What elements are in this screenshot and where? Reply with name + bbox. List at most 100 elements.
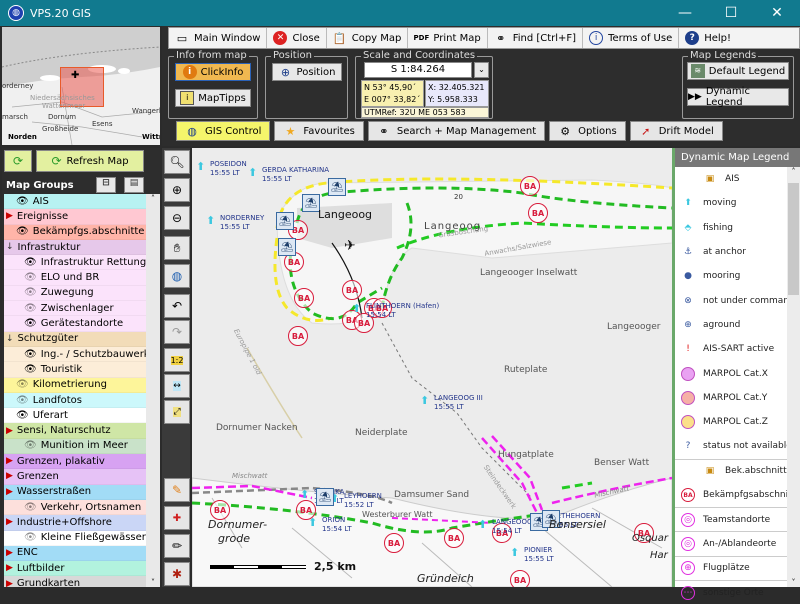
clickinfo-button[interactable]: i ClickInfo	[175, 63, 251, 81]
ship-icon[interactable]: ⬆	[206, 214, 215, 227]
eye-hidden-icon[interactable]: 👁	[24, 303, 37, 314]
map-groups-scrollbar[interactable]: ˄ ˅	[146, 194, 160, 587]
erase-tool[interactable]: ✎	[164, 478, 190, 502]
tab-favourites[interactable]: ★ Favourites	[274, 121, 364, 141]
map-group-item[interactable]: ▶ Ereignisse	[4, 209, 146, 225]
expand-arrow-icon[interactable]: ▶	[6, 456, 13, 466]
ship-icon[interactable]: ⬆	[196, 160, 205, 173]
map-group-item[interactable]: 👁 ELO und BR	[4, 270, 146, 286]
main-map[interactable]: BABABABABABABABABABABABABABABABABABA ⬆PO…	[192, 148, 672, 587]
collapse-all-icon[interactable]: ⊟	[96, 177, 116, 193]
zoom-out-tool[interactable]: ⊖	[164, 206, 190, 230]
map-group-item[interactable]: 👁 Munition im Meer	[4, 438, 146, 455]
position-button[interactable]: ⊕ Position	[272, 63, 342, 81]
dynamic-legend-button[interactable]: ▶▶ Dynamic Legend	[687, 86, 789, 108]
map-group-item[interactable]: 👁 Gerätestandorte	[4, 316, 146, 332]
print-map-button[interactable]: PDF Print Map	[408, 28, 488, 48]
measure-scale-tool[interactable]: 1:2	[164, 348, 190, 372]
map-group-item[interactable]: 👁 Ing.- / Schutzbauwerke	[4, 346, 146, 363]
expand-arrow-icon[interactable]: ▶	[6, 426, 13, 436]
scroll-down-icon[interactable]: ˅	[146, 578, 160, 587]
eye-hidden-icon[interactable]: 👁	[24, 440, 37, 451]
map-group-item[interactable]: ▶ ENC	[4, 545, 146, 562]
map-group-item[interactable]: 👁 Landfotos	[4, 392, 146, 409]
eye-hidden-icon[interactable]: 👁	[24, 502, 37, 513]
redo-view-tool[interactable]: ↷	[164, 320, 190, 344]
map-group-item[interactable]: ▶ Grenzen, plakativ	[4, 454, 146, 470]
map-group-item[interactable]: 👁 Infrastruktur Rettung	[4, 255, 146, 271]
map-group-item[interactable]: ▶ Sensi, Naturschutz	[4, 423, 146, 439]
scroll-up-icon[interactable]: ˄	[146, 194, 160, 203]
tab-gis-control[interactable]: ◍ GIS Control	[176, 121, 271, 141]
expand-arrow-icon[interactable]: ▶	[6, 517, 13, 527]
scroll-down-icon[interactable]: ˅	[787, 578, 800, 587]
touristik-marker-icon[interactable]: ⛱	[278, 238, 296, 256]
map-group-item[interactable]: 👁 Bekämpfgs.abschnitte	[4, 224, 146, 240]
undo-view-tool[interactable]: ↶	[164, 294, 190, 318]
map-group-item[interactable]: 👁 Zwischenlager	[4, 301, 146, 317]
map-group-item[interactable]: ▶ Luftbilder	[4, 561, 146, 577]
eye-icon[interactable]: 👁	[24, 257, 37, 268]
ship-icon[interactable]: ⬆	[510, 546, 519, 559]
panel-toggle-icon[interactable]: ▤	[124, 177, 144, 193]
full-extent-tool[interactable]: ◍	[164, 264, 190, 288]
expand-arrow-icon[interactable]: ▶	[6, 211, 13, 221]
eye-icon[interactable]: 👁	[16, 196, 29, 207]
touristik-marker-icon[interactable]: ⛱	[316, 488, 334, 506]
zoom-search-tool[interactable]: 🔍︎	[164, 150, 190, 174]
map-group-item[interactable]: 👁 Verkehr, Ortsnamen	[4, 499, 146, 516]
ba-marker[interactable]: BA	[294, 288, 314, 308]
eye-icon[interactable]: 👁	[24, 364, 37, 375]
scroll-up-icon[interactable]: ˄	[787, 167, 800, 176]
minimize-button[interactable]: —	[662, 0, 708, 26]
measure-distance-tool[interactable]: ↔	[164, 374, 190, 398]
map-group-item[interactable]: 👁 Uferart	[4, 408, 146, 424]
expand-arrow-icon[interactable]: ▶	[6, 563, 13, 573]
close-button[interactable]: ✕ Close	[267, 28, 327, 48]
collapse-arrow-icon[interactable]: ↓	[6, 242, 14, 252]
move-points-tool[interactable]: ✚	[164, 506, 190, 530]
ship-icon[interactable]: ⬆	[420, 394, 429, 407]
ba-marker[interactable]: BA	[342, 280, 362, 300]
eye-icon[interactable]: 👁	[24, 318, 37, 329]
ba-marker[interactable]: BA	[444, 528, 464, 548]
zoom-in-tool[interactable]: ⊕	[164, 178, 190, 202]
ship-icon[interactable]: ⬆	[478, 518, 487, 531]
eye-icon[interactable]: 👁	[24, 349, 37, 360]
refresh-icon-button[interactable]: ⟳	[4, 150, 32, 172]
maximize-button[interactable]: ☐	[708, 0, 754, 26]
scale-field[interactable]: S 1:84.264	[364, 62, 472, 78]
eye-hidden-icon[interactable]: 👁	[16, 379, 29, 390]
legend-scrollbar[interactable]: ˄ ˅	[787, 167, 800, 587]
eye-icon[interactable]: 👁	[16, 226, 29, 237]
eye-hidden-icon[interactable]: 👁	[16, 395, 29, 406]
eye-hidden-icon[interactable]: 👁	[24, 272, 37, 283]
map-group-item[interactable]: 👁 AIS	[4, 194, 146, 210]
tab-drift-model[interactable]: ➚ Drift Model	[629, 121, 723, 141]
touristik-marker-icon[interactable]: ⛱	[328, 178, 346, 196]
map-group-item[interactable]: 👁 Kleine Fließgewässer	[4, 530, 146, 546]
refresh-map-button[interactable]: ⟳ Refresh Map	[36, 150, 144, 172]
map-group-item[interactable]: ▶ Grundkarten	[4, 576, 146, 587]
map-group-item[interactable]: 👁 Zuwegung	[4, 285, 146, 302]
ship-icon[interactable]: ⬆	[308, 516, 317, 529]
map-group-item[interactable]: ▶ Grenzen	[4, 469, 146, 485]
map-group-item[interactable]: 👁 Kilometrierung	[4, 377, 146, 393]
expand-arrow-icon[interactable]: ▶	[6, 548, 13, 558]
ship-icon[interactable]: ⬆	[352, 302, 361, 315]
ba-marker[interactable]: BA	[384, 533, 404, 553]
map-group-item[interactable]: 👁 Touristik	[4, 362, 146, 378]
scale-dropdown-chevron-icon[interactable]: ⌄	[474, 62, 489, 78]
touristik-marker-icon[interactable]: ⛱	[276, 212, 294, 230]
terms-of-use-button[interactable]: i Terms of Use	[583, 28, 680, 48]
ship-icon[interactable]: ⬆	[300, 488, 309, 501]
pan-tool[interactable]: ✋︎	[164, 236, 190, 260]
copy-map-button[interactable]: 📋 Copy Map	[327, 28, 409, 48]
tab-options[interactable]: ⚙ Options	[549, 121, 626, 141]
tab-search-map-management[interactable]: ⚭ Search + Map Management	[367, 121, 546, 141]
main-window-button[interactable]: ▭ Main Window	[169, 28, 268, 48]
expand-arrow-icon[interactable]: ▶	[6, 579, 13, 587]
ba-marker[interactable]: BA	[510, 570, 530, 587]
overview-map[interactable]: ✚ orderney Niedersächsisches Wattenmeer …	[2, 27, 160, 145]
eye-hidden-icon[interactable]: 👁	[24, 532, 37, 543]
